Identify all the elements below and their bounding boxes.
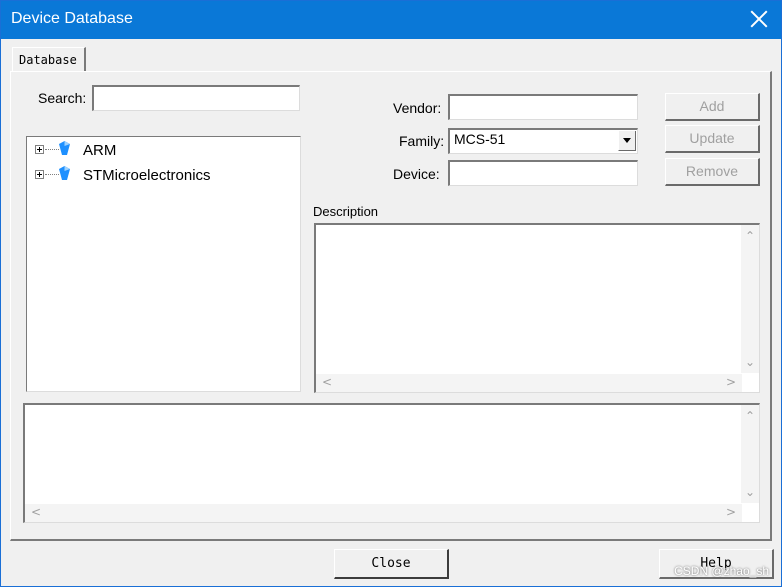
tab-database[interactable]: Database (12, 47, 86, 71)
update-button[interactable]: Update (665, 125, 760, 153)
family-select[interactable]: MCS-51 (448, 128, 638, 154)
device-field[interactable] (448, 160, 638, 186)
tab-database-label: Database (19, 53, 77, 67)
add-button[interactable]: Add (665, 93, 760, 121)
description-box[interactable]: ⌃ ⌄ < > (314, 223, 760, 393)
vertical-scrollbar[interactable]: ⌃ ⌄ (741, 225, 759, 373)
tree-item-label: STMicroelectronics (83, 167, 211, 184)
scroll-down-icon[interactable]: ⌄ (745, 355, 755, 369)
scroll-right-icon[interactable]: > (726, 505, 736, 519)
expand-icon[interactable] (35, 145, 44, 154)
dropdown-button[interactable] (618, 131, 636, 151)
scroll-left-icon[interactable]: < (322, 375, 332, 389)
tree-item-label: ARM (83, 142, 117, 159)
horizontal-scrollbar[interactable]: < > (25, 504, 742, 522)
family-select-value: MCS-51 (454, 131, 506, 147)
chevron-down-icon (623, 138, 631, 143)
description-label: Description (313, 204, 379, 219)
horizontal-scrollbar[interactable]: < > (316, 374, 742, 392)
vendor-field[interactable] (448, 94, 638, 120)
gem-icon (59, 166, 70, 180)
window-title: Device Database (11, 10, 133, 27)
tree-item-stmicroelectronics[interactable]: STMicroelectronics (35, 166, 285, 186)
search-label: Search: (38, 90, 87, 106)
device-tree: ARM STMicroelectronics (26, 136, 301, 392)
scroll-down-icon[interactable]: ⌄ (745, 485, 755, 499)
scroll-up-icon[interactable]: ⌃ (745, 409, 755, 423)
vertical-scrollbar[interactable]: ⌃ ⌄ (741, 405, 759, 503)
close-button[interactable]: Close (334, 549, 449, 579)
scroll-up-icon[interactable]: ⌃ (745, 229, 755, 243)
scroll-left-icon[interactable]: < (31, 505, 41, 519)
tree-item-arm[interactable]: ARM (35, 141, 285, 161)
vendor-label: Vendor: (393, 100, 442, 116)
scroll-right-icon[interactable]: > (726, 375, 736, 389)
family-label: Family: (399, 133, 445, 149)
close-icon[interactable] (749, 9, 769, 29)
expand-icon[interactable] (35, 170, 44, 179)
output-box[interactable]: ⌃ ⌄ < > (23, 403, 760, 523)
device-database-window: Device Database Database Search: ARM STM… (0, 0, 782, 587)
search-input[interactable] (92, 85, 300, 111)
remove-button[interactable]: Remove (665, 158, 760, 186)
title-bar: Device Database (1, 1, 781, 39)
gem-icon (59, 141, 70, 155)
device-label: Device: (393, 166, 440, 182)
watermark: CSDN @zhao_sh (674, 564, 769, 578)
